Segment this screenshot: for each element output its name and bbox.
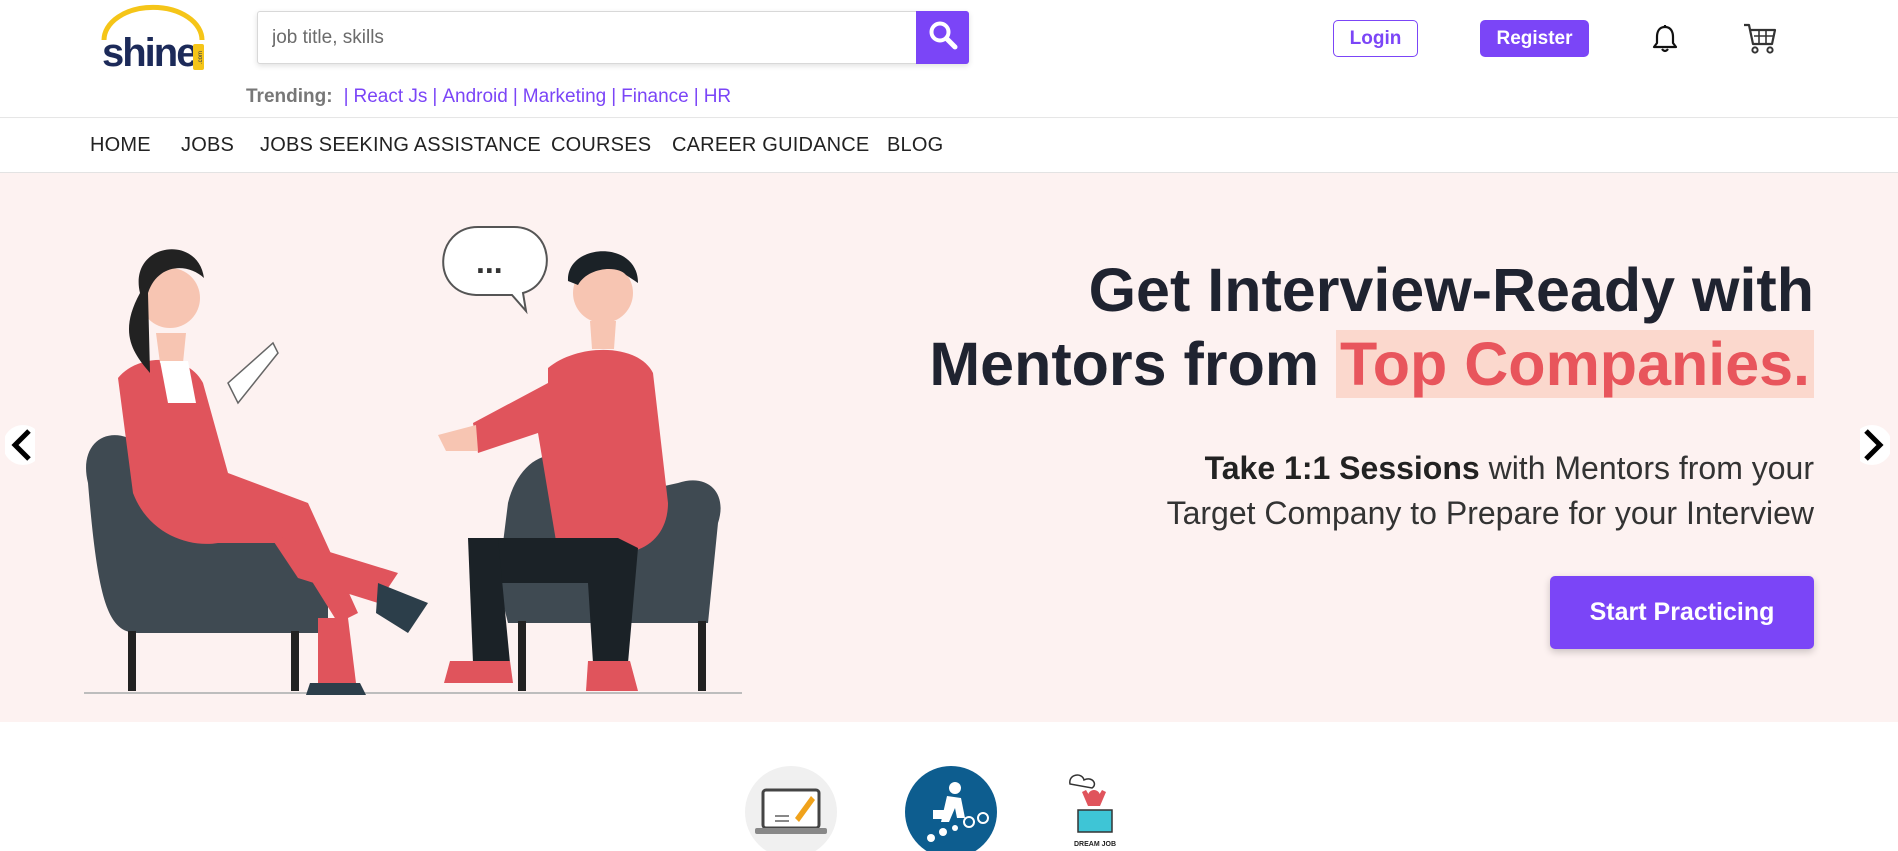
- career-climb-icon[interactable]: [905, 766, 997, 851]
- logo-badge: .com: [198, 51, 204, 64]
- search-box: [257, 11, 969, 64]
- chevron-left-icon: [3, 424, 43, 470]
- trending-link-android[interactable]: Android: [442, 86, 508, 107]
- trending-link-react[interactable]: React Js: [354, 86, 428, 107]
- hero-title: Get Interview-Ready with Mentors from To…: [929, 253, 1814, 401]
- hero-subtitle: Take 1:1 Sessions with Mentors from your…: [1167, 446, 1814, 536]
- hero-title-line2: Mentors from: [929, 330, 1337, 398]
- dream-job-label: DREAM JOB: [1074, 841, 1116, 848]
- hero-title-highlight: Top Companies.: [1336, 330, 1814, 398]
- laptop-category-icon[interactable]: [745, 766, 837, 851]
- hero-title-line1: Get Interview-Ready with: [1088, 256, 1814, 324]
- login-button[interactable]: Login: [1333, 20, 1418, 57]
- nav-home[interactable]: HOME: [90, 134, 151, 157]
- cart-icon[interactable]: [1742, 20, 1778, 56]
- main-nav: HOME JOBS JOBS SEEKING ASSISTANCE COURSE…: [0, 119, 1898, 173]
- trending-label: Trending:: [246, 86, 333, 107]
- search-input[interactable]: [258, 12, 916, 63]
- logo-text: shine: [102, 31, 197, 74]
- svg-text:...: ...: [476, 244, 503, 280]
- speech-bubble-icon: ...: [442, 226, 548, 315]
- dream-job-icon[interactable]: DREAM JOB: [1048, 766, 1140, 851]
- trending-link-finance[interactable]: Finance: [621, 86, 689, 107]
- trending-link-hr[interactable]: HR: [704, 86, 731, 107]
- hero-subtitle-line2: Target Company to Prepare for your Inter…: [1166, 495, 1814, 531]
- hero-subtitle-bold: Take 1:1 Sessions: [1204, 450, 1480, 486]
- register-button[interactable]: Register: [1480, 20, 1589, 57]
- carousel-prev-button[interactable]: [0, 420, 43, 474]
- search-icon: [928, 20, 958, 55]
- nav-jobs[interactable]: JOBS: [181, 134, 234, 157]
- nav-blog[interactable]: BLOG: [887, 134, 943, 157]
- chevron-right-icon: [1852, 424, 1892, 470]
- trending-bar: Trending: | React Js | Android | Marketing | Fin…: [246, 86, 732, 107]
- trending-link-marketing[interactable]: Marketing: [523, 86, 606, 107]
- search-button[interactable]: [916, 11, 969, 64]
- bell-icon[interactable]: [1651, 24, 1679, 54]
- start-practicing-button[interactable]: Start Practicing: [1550, 576, 1814, 649]
- page: shine .com Trending:|React Js|Android|Ma…: [0, 0, 1898, 851]
- shine-logo[interactable]: shine .com: [98, 4, 210, 75]
- nav-career-guidance[interactable]: CAREER GUIDANCE: [672, 134, 869, 157]
- header: shine .com Trending:|React Js|Android|Ma…: [0, 0, 1898, 118]
- nav-jobs-seeking-assistance[interactable]: JOBS SEEKING ASSISTANCE: [260, 134, 541, 157]
- nav-courses[interactable]: COURSES: [551, 134, 651, 157]
- hero-banner: ... Get Interview-Ready with Mentors fro…: [0, 173, 1898, 722]
- interview-illustration: ...: [78, 203, 758, 723]
- carousel-next-button[interactable]: [1852, 420, 1895, 474]
- hero-subtitle-line1: with Mentors from your: [1479, 450, 1814, 486]
